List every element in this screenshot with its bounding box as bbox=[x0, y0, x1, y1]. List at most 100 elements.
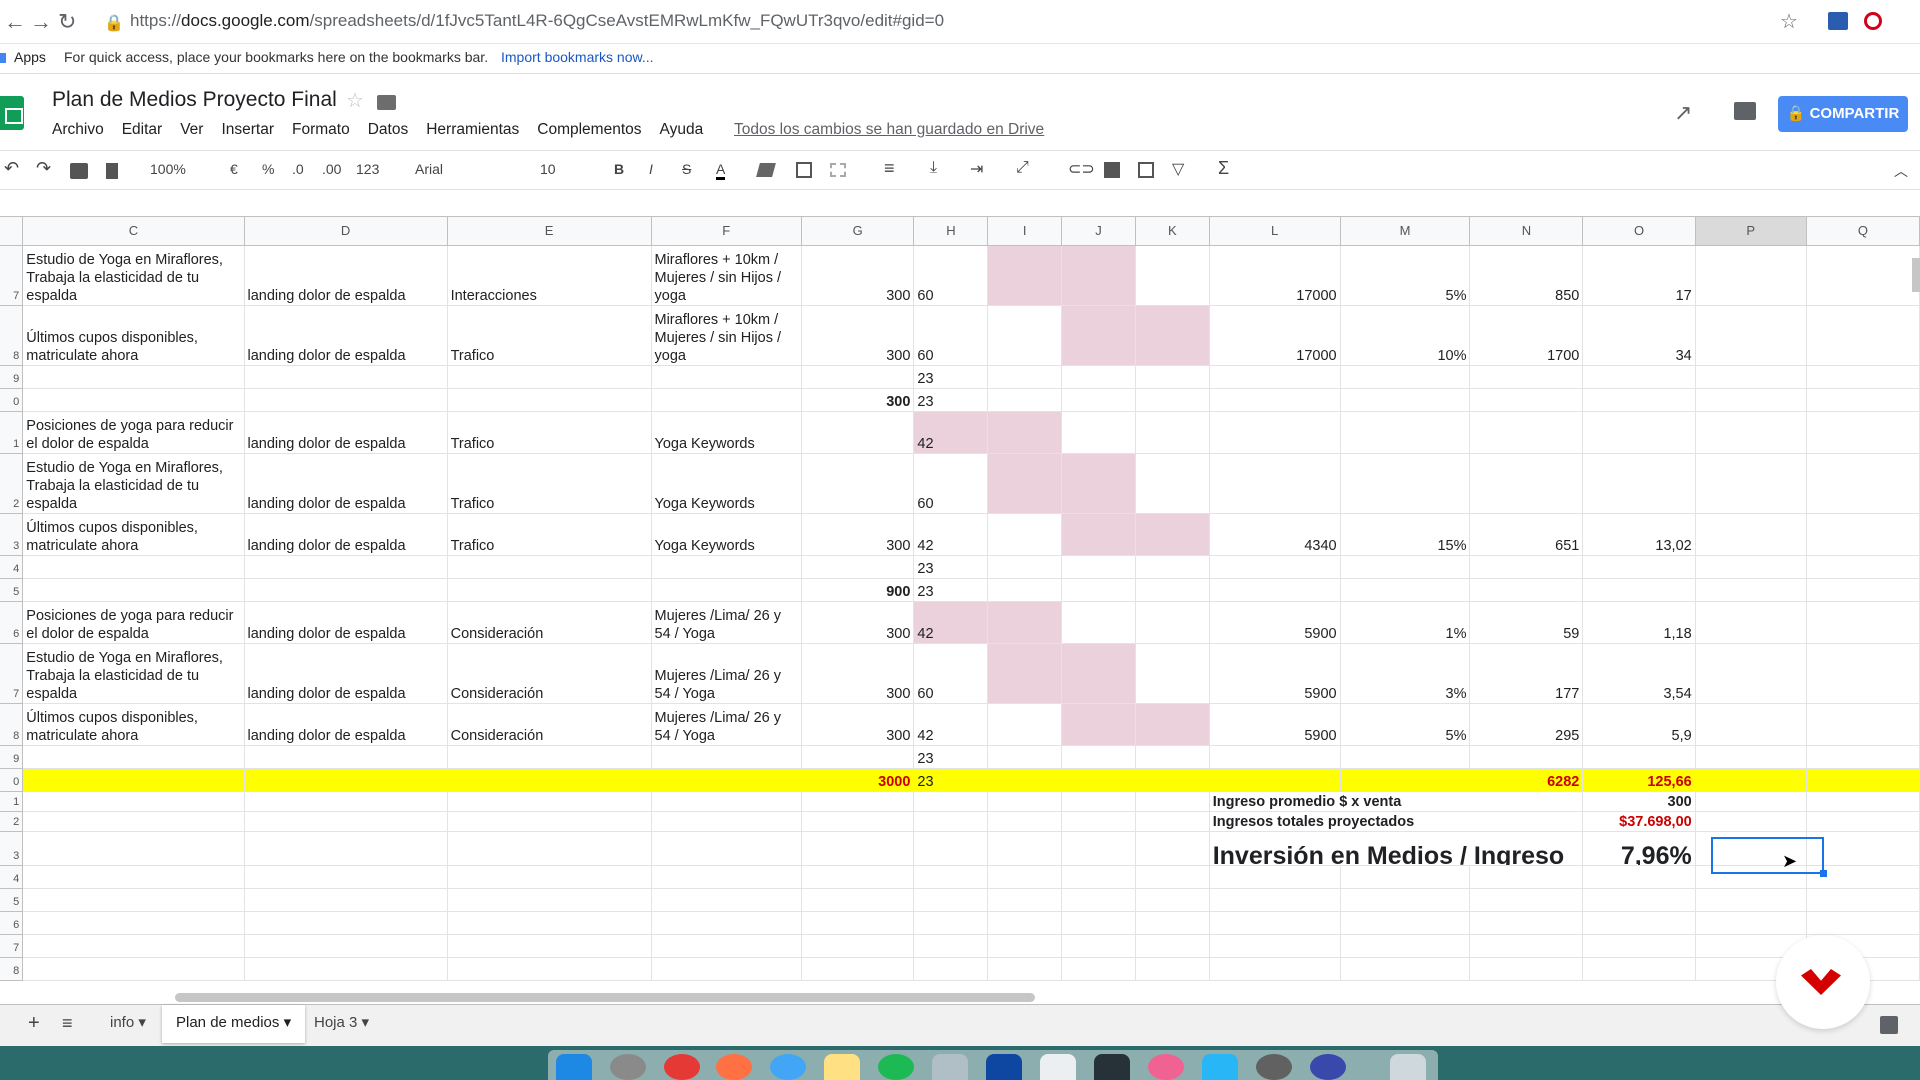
cell-e[interactable] bbox=[447, 578, 652, 602]
cell-p[interactable] bbox=[1695, 791, 1807, 812]
cell-n[interactable]: 177 bbox=[1469, 643, 1584, 704]
cell-j[interactable] bbox=[1061, 934, 1136, 958]
save-status[interactable]: Todos los cambios se han guardado en Dri… bbox=[734, 121, 1044, 139]
app2-icon[interactable] bbox=[1310, 1054, 1346, 1080]
cell-m[interactable]: 5% bbox=[1340, 245, 1471, 306]
cell-h[interactable]: 60 bbox=[913, 305, 989, 366]
cell-i[interactable] bbox=[987, 768, 1063, 792]
cell-k[interactable] bbox=[1135, 453, 1210, 514]
cell-d[interactable]: landing dolor de espalda bbox=[244, 601, 448, 644]
cell-q[interactable] bbox=[1806, 453, 1920, 514]
cell-m[interactable] bbox=[1340, 888, 1471, 912]
cell-j[interactable] bbox=[1061, 865, 1136, 889]
cell-i[interactable] bbox=[987, 601, 1063, 644]
cell-l[interactable] bbox=[1209, 745, 1341, 769]
text-wrap-icon[interactable]: ⇥ bbox=[970, 159, 983, 179]
cell-e[interactable] bbox=[447, 768, 652, 792]
cell-n[interactable] bbox=[1469, 388, 1584, 412]
row-header[interactable]: 3 bbox=[0, 513, 24, 556]
cell-c[interactable] bbox=[22, 957, 245, 981]
cell-f[interactable] bbox=[651, 911, 802, 935]
cell-o[interactable] bbox=[1582, 388, 1696, 412]
currency-format-button[interactable]: € bbox=[230, 161, 238, 177]
cell-f[interactable] bbox=[651, 768, 802, 792]
cell-q[interactable] bbox=[1806, 388, 1920, 412]
row-header[interactable]: 8 bbox=[0, 957, 24, 981]
opera-icon[interactable] bbox=[1864, 12, 1882, 30]
cell-d[interactable] bbox=[244, 578, 448, 602]
cell-c[interactable] bbox=[22, 578, 245, 602]
row-header[interactable]: 4 bbox=[0, 555, 24, 579]
cell-k[interactable] bbox=[1135, 957, 1210, 981]
cell-p[interactable] bbox=[1695, 513, 1807, 556]
trash-icon[interactable] bbox=[1390, 1054, 1426, 1080]
cell-h[interactable] bbox=[913, 934, 989, 958]
cell-j[interactable] bbox=[1061, 453, 1136, 514]
cell-k[interactable] bbox=[1135, 831, 1210, 866]
horizontal-scrollbar[interactable] bbox=[175, 993, 1035, 1002]
text-color-button[interactable]: A bbox=[716, 161, 726, 180]
cell-l[interactable] bbox=[1209, 578, 1341, 602]
explore-icon[interactable] bbox=[1880, 1016, 1898, 1034]
cell-d[interactable] bbox=[244, 911, 448, 935]
cell-f[interactable]: Mujeres /Lima/ 26 y 54 / Yoga bbox=[651, 643, 802, 704]
cell-e[interactable] bbox=[447, 865, 652, 889]
cell-i[interactable] bbox=[987, 934, 1063, 958]
column-header-n[interactable]: N bbox=[1469, 217, 1584, 246]
fill-color-icon[interactable] bbox=[756, 163, 776, 177]
cell-i[interactable] bbox=[987, 831, 1063, 866]
cell-f[interactable] bbox=[651, 365, 802, 389]
cell-g[interactable]: 300 bbox=[801, 245, 915, 306]
cell-m[interactable]: 15% bbox=[1340, 513, 1471, 556]
cell-d[interactable]: landing dolor de espalda bbox=[244, 513, 448, 556]
cell-k[interactable] bbox=[1135, 388, 1210, 412]
column-header-q[interactable]: Q bbox=[1806, 217, 1920, 246]
cell-h[interactable] bbox=[913, 791, 989, 812]
firefox-icon[interactable] bbox=[716, 1054, 752, 1080]
cell-g[interactable]: 300 bbox=[801, 703, 915, 746]
cell-l[interactable]: 4340 bbox=[1209, 513, 1341, 556]
cell-e[interactable] bbox=[447, 957, 652, 981]
cell-i[interactable] bbox=[987, 453, 1063, 514]
cell-n[interactable] bbox=[1469, 453, 1584, 514]
settings-icon[interactable] bbox=[1256, 1054, 1292, 1080]
cell-m[interactable] bbox=[1340, 911, 1471, 935]
star-icon[interactable]: ☆ bbox=[346, 88, 364, 113]
cell-g[interactable] bbox=[801, 911, 915, 935]
cell-q[interactable] bbox=[1806, 365, 1920, 389]
undo-icon[interactable]: ↶ bbox=[4, 158, 19, 179]
column-header-h[interactable]: H bbox=[913, 217, 989, 246]
cell-k[interactable] bbox=[1135, 911, 1210, 935]
cell-o[interactable]: $37.698,00 bbox=[1582, 811, 1696, 832]
cell-c[interactable]: Posiciones de yoga para reducir el dolor… bbox=[22, 601, 245, 644]
column-header-m[interactable]: M bbox=[1340, 217, 1471, 246]
cell-g[interactable]: 300 bbox=[801, 643, 915, 704]
cell-g[interactable]: 300 bbox=[801, 305, 915, 366]
row-header[interactable]: 1 bbox=[0, 411, 24, 454]
cell-c[interactable] bbox=[22, 865, 245, 889]
cell-k[interactable] bbox=[1135, 811, 1210, 832]
cell-n[interactable] bbox=[1469, 365, 1584, 389]
cell-h[interactable]: 60 bbox=[913, 643, 989, 704]
cell-f[interactable]: Yoga Keywords bbox=[651, 453, 802, 514]
row-header[interactable]: 7 bbox=[0, 934, 24, 958]
premiere-icon[interactable] bbox=[986, 1054, 1022, 1080]
menu-datos[interactable]: Datos bbox=[368, 121, 409, 139]
cell-c[interactable] bbox=[22, 934, 245, 958]
cell-l[interactable]: 17000 bbox=[1209, 245, 1341, 306]
more-formats-select[interactable]: 123 bbox=[356, 161, 379, 177]
doc-title[interactable]: Plan de Medios Proyecto Final bbox=[52, 88, 337, 112]
cell-i[interactable] bbox=[987, 365, 1063, 389]
cell-p[interactable] bbox=[1695, 643, 1807, 704]
cell-g[interactable] bbox=[801, 745, 915, 769]
cell-p[interactable] bbox=[1695, 703, 1807, 746]
italic-button[interactable]: I bbox=[649, 161, 653, 177]
cell-h[interactable]: 23 bbox=[913, 745, 989, 769]
cell-o[interactable]: 1,18 bbox=[1582, 601, 1696, 644]
cell-g[interactable] bbox=[801, 888, 915, 912]
reload-icon[interactable]: ↻ bbox=[58, 10, 76, 34]
tab-plan-de-medios[interactable]: Plan de medios ▾ bbox=[162, 1005, 306, 1043]
cell-n[interactable]: 651 bbox=[1469, 513, 1584, 556]
cell-c[interactable] bbox=[22, 555, 245, 579]
cell-o[interactable]: 5,9 bbox=[1582, 703, 1696, 746]
